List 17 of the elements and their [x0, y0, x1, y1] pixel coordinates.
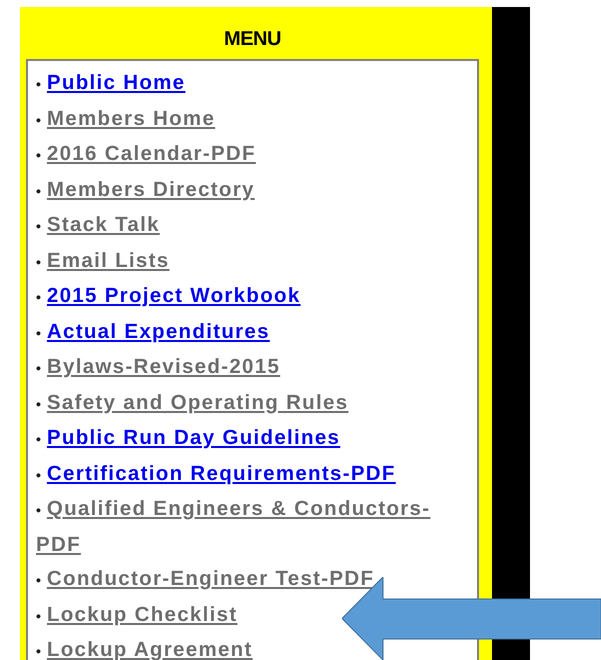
menu-link[interactable]: • Stack Talk [36, 208, 160, 244]
menu-link[interactable]: • Public Home [36, 66, 186, 102]
menu-link[interactable]: • Email Lists [36, 244, 170, 279]
menu-link[interactable]: • Members Home [36, 102, 216, 137]
menu-link[interactable]: • 2016 Calendar-PDF [36, 137, 256, 172]
menu-link[interactable]: • Qualified Engineers & Conductors-PDF [36, 492, 457, 562]
menu-link[interactable]: • Actual Expenditures [36, 314, 270, 350]
menu-link[interactable]: • Safety and Operating Rules [36, 386, 348, 421]
menu-link[interactable]: • Bylaws-Revised-2015 [36, 350, 280, 386]
menu-link[interactable]: • Conductor-Engineer Test-PDF [36, 562, 374, 598]
menu-link[interactable]: • Public Run Day Guidelines [36, 421, 340, 456]
menu-link[interactable]: • Lockup Checklist [36, 598, 238, 633]
menu-link[interactable]: • Lockup Agreement [36, 633, 253, 660]
menu-link[interactable]: • 2015 Project Workbook [36, 279, 301, 314]
menu-link[interactable]: • Members Directory [36, 172, 255, 208]
menu-title: MENU [224, 28, 281, 51]
menu-link[interactable]: • Certification Requirements-PDF [36, 456, 396, 492]
